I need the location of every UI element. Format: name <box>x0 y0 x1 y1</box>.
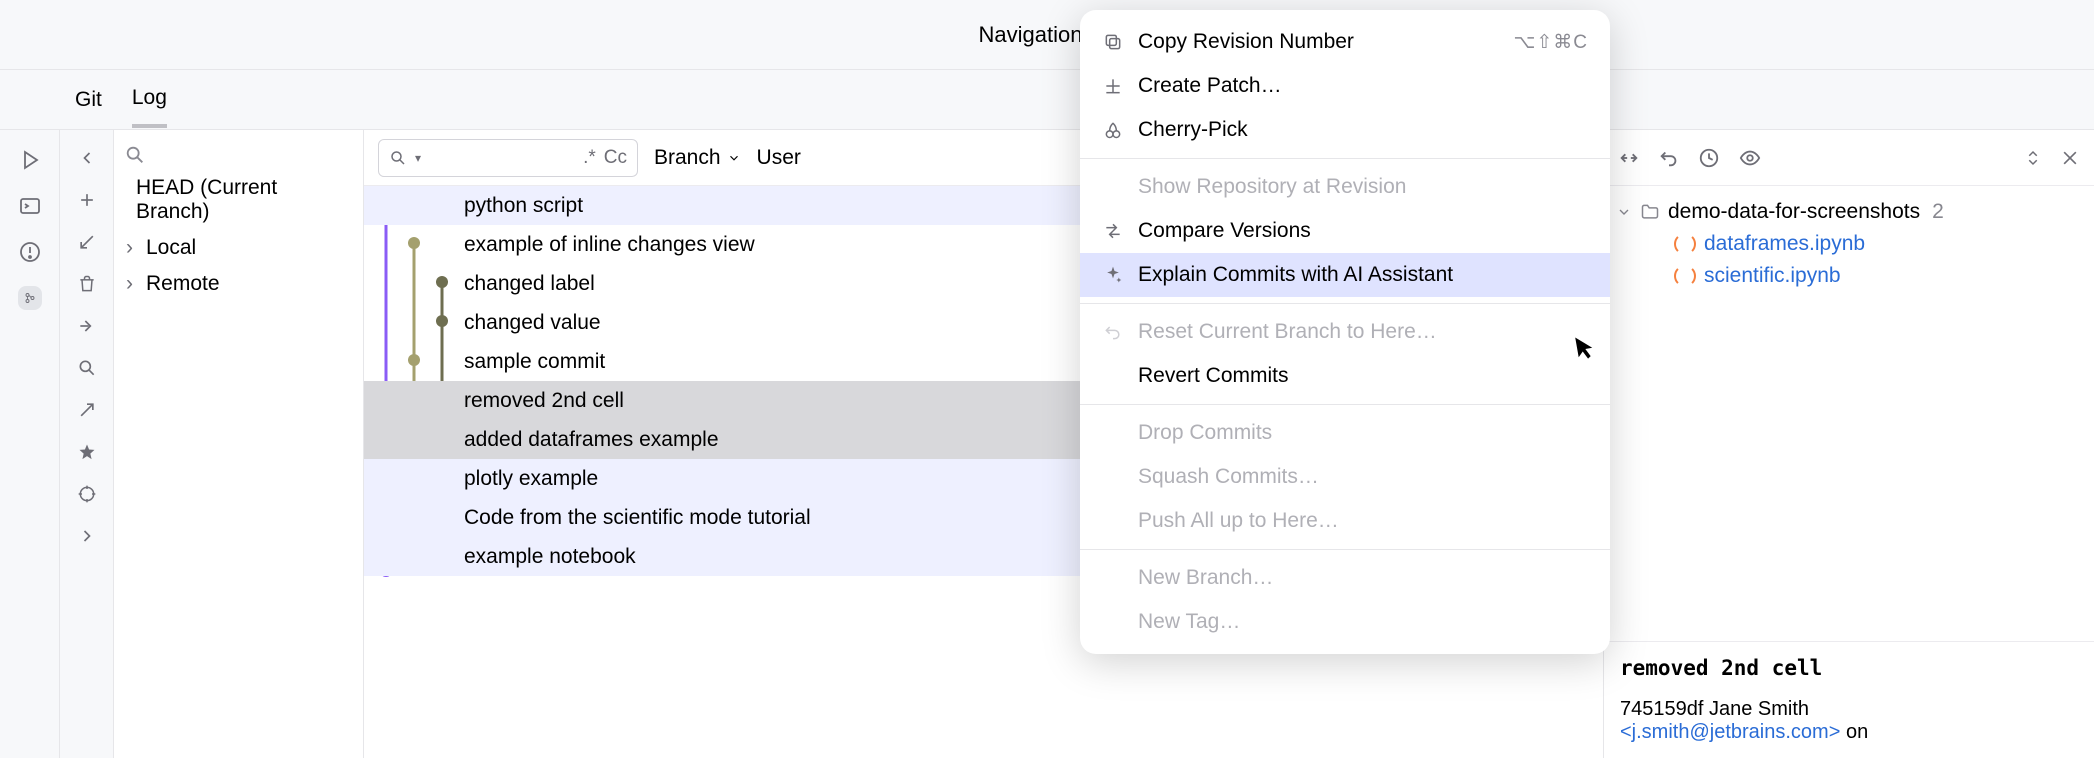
commits-search-input[interactable]: ▾ .* Cc <box>378 139 638 177</box>
undo-icon <box>1102 322 1124 342</box>
branch-remote[interactable]: Remote <box>114 266 363 302</box>
file-row[interactable]: dataframes.ipynb <box>1616 228 2082 260</box>
chevron-left-icon[interactable] <box>77 148 97 168</box>
checkout-icon[interactable] <box>77 232 97 252</box>
regex-toggle[interactable]: .* <box>583 147 596 169</box>
menu-new-branch: New Branch… <box>1080 556 1610 600</box>
branch-search[interactable] <box>114 140 363 170</box>
plus-icon[interactable] <box>77 190 97 210</box>
sparkle-icon <box>1102 265 1124 285</box>
copy-icon <box>1102 32 1124 52</box>
file-count: 2 <box>1932 200 1944 224</box>
commit-title: removed 2nd cell <box>1620 656 2078 680</box>
commit-author-line: 745159df Jane Smith <j.smith@jetbrains.c… <box>1620 698 2078 744</box>
branches-panel: HEAD (Current Branch) Local Remote <box>114 130 364 758</box>
changed-files-tree: demo-data-for-screenshots 2 dataframes.i… <box>1604 186 2094 302</box>
menu-squash-commits: Squash Commits… <box>1080 455 1610 499</box>
file-label: dataframes.ipynb <box>1704 232 1865 256</box>
tab-git[interactable]: Git <box>75 74 102 126</box>
jupyter-icon <box>1674 265 1696 287</box>
compare-arrows-icon <box>1102 221 1124 241</box>
jupyter-icon <box>1674 233 1696 255</box>
menu-show-repo: Show Repository at Revision <box>1080 165 1610 209</box>
cursor-icon <box>1573 332 1597 361</box>
chevron-right-icon[interactable] <box>77 526 97 546</box>
file-row[interactable]: scientific.ipynb <box>1616 260 2082 292</box>
problems-icon[interactable] <box>18 240 42 264</box>
menu-copy-revision[interactable]: Copy Revision Number ⌥⇧⌘C <box>1080 20 1610 64</box>
undo-icon[interactable] <box>1658 147 1680 169</box>
folder-icon <box>1640 202 1660 222</box>
menu-explain-ai[interactable]: Explain Commits with AI Assistant <box>1080 253 1610 297</box>
branch-local[interactable]: Local <box>114 230 363 266</box>
terminal-icon[interactable] <box>18 194 42 218</box>
filter-branch[interactable]: Branch <box>654 146 741 170</box>
star-icon[interactable] <box>77 442 97 462</box>
menu-push-all: Push All up to Here… <box>1080 499 1610 543</box>
patch-icon <box>1102 76 1124 96</box>
menu-new-tag: New Tag… <box>1080 600 1610 644</box>
menu-separator <box>1080 303 1610 304</box>
close-icon[interactable] <box>2060 148 2080 168</box>
vcs-actions-rail <box>60 130 114 758</box>
menu-separator <box>1080 404 1610 405</box>
details-toolbar <box>1604 130 2094 186</box>
context-menu: Copy Revision Number ⌥⇧⌘C Create Patch… … <box>1080 10 1610 654</box>
cherry-icon <box>1102 120 1124 140</box>
menu-drop-commits: Drop Commits <box>1080 411 1610 455</box>
menu-separator <box>1080 549 1610 550</box>
tool-tabs: Git Log <box>0 70 2094 130</box>
menu-compare-versions[interactable]: Compare Versions <box>1080 209 1610 253</box>
menu-revert-commits[interactable]: Revert Commits <box>1080 354 1610 398</box>
commit-metadata: removed 2nd cell 745159df Jane Smith <j.… <box>1604 641 2094 758</box>
expand-collapse-icon[interactable] <box>2024 147 2042 169</box>
match-case-toggle[interactable]: Cc <box>604 147 627 169</box>
title-bar: Navigation Ba <box>0 0 2094 70</box>
tab-log[interactable]: Log <box>132 72 167 128</box>
folder-label: demo-data-for-screenshots <box>1668 200 1920 224</box>
filter-user[interactable]: User <box>757 146 801 170</box>
left-tool-rail <box>0 130 60 758</box>
commit-details-panel: demo-data-for-screenshots 2 dataframes.i… <box>1604 130 2094 758</box>
tree-folder[interactable]: demo-data-for-screenshots 2 <box>1616 196 2082 228</box>
chevron-down-icon <box>1616 204 1632 220</box>
compare-icon[interactable] <box>77 316 97 336</box>
menu-cherry-pick[interactable]: Cherry-Pick <box>1080 108 1610 152</box>
expand-icon[interactable] <box>77 400 97 420</box>
trash-icon[interactable] <box>77 274 97 294</box>
history-icon[interactable] <box>1698 147 1720 169</box>
branch-head[interactable]: HEAD (Current Branch) <box>114 170 363 230</box>
menu-create-patch[interactable]: Create Patch… <box>1080 64 1610 108</box>
menu-reset-branch: Reset Current Branch to Here… <box>1080 310 1610 354</box>
eye-icon[interactable] <box>1738 147 1762 169</box>
target-icon[interactable] <box>77 484 97 504</box>
collapse-icon[interactable] <box>1618 147 1640 169</box>
menu-shortcut: ⌥⇧⌘C <box>1513 31 1588 54</box>
file-label: scientific.ipynb <box>1704 264 1841 288</box>
search-icon[interactable] <box>77 358 97 378</box>
menu-separator <box>1080 158 1610 159</box>
git-icon[interactable] <box>18 286 42 310</box>
run-icon[interactable] <box>18 148 42 172</box>
